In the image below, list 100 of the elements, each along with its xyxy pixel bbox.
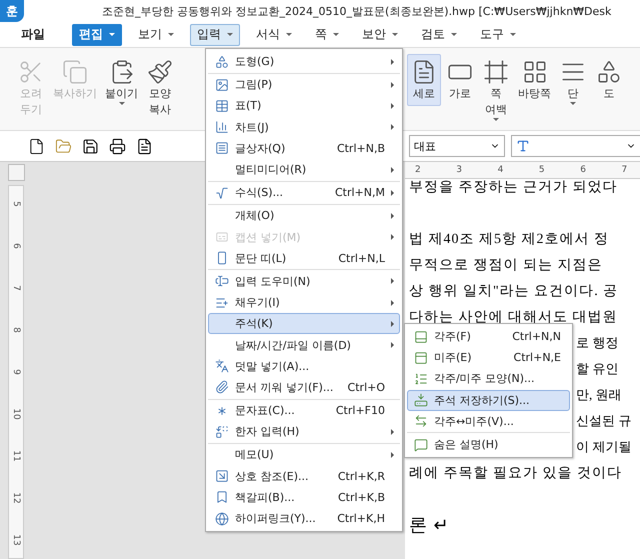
menu-item[interactable]: 도구 — [473, 24, 523, 46]
globe-icon — [215, 512, 229, 526]
ruler-number: 11 — [10, 449, 22, 463]
new-document-icon[interactable] — [28, 138, 45, 154]
preview-icon[interactable] — [136, 138, 153, 154]
ruler-number: 10 — [10, 407, 22, 421]
ribbon-button[interactable]: 도 — [592, 54, 626, 106]
menu-item[interactable]: 책갈피(B)... Ctrl+K,B — [208, 486, 400, 508]
menu-item[interactable]: 각주/미주 모양(N)... — [407, 368, 570, 390]
master-page-icon — [522, 59, 548, 85]
caret-icon — [333, 33, 339, 36]
menu-item[interactable]: 하이퍼링크(Y)... Ctrl+K,H — [208, 508, 400, 530]
submenu-arrow-icon — [391, 428, 394, 435]
menu-item[interactable]: 미주(E) Ctrl+N,E — [407, 347, 570, 368]
caret-icon — [118, 102, 124, 105]
menu-item[interactable]: 검토 — [414, 24, 464, 46]
menu-item[interactable]: 보안 — [355, 24, 405, 46]
menu-item[interactable]: 글상자(Q) Ctrl+N,B — [208, 138, 400, 159]
submenu-arrow-icon — [391, 212, 394, 219]
menu-item[interactable]: 숨은 설명(H) — [407, 434, 570, 456]
menu-item[interactable]: 날짜/시간/파일 이름(D) — [208, 334, 400, 356]
list-plus-icon — [215, 296, 229, 310]
menu-item[interactable]: 덧말 넣기(A)... — [208, 356, 400, 377]
document-text: 로 행정 — [576, 334, 618, 352]
menu-item[interactable]: 그림(P) — [208, 74, 400, 96]
submenu-arrow-icon — [391, 452, 394, 458]
menu-item[interactable]: 개체(O) — [208, 205, 400, 226]
ribbon-button[interactable]: 세로 — [407, 54, 441, 106]
bar-chart-icon — [215, 120, 229, 134]
ribbon-button[interactable]: 바탕쪽 — [515, 54, 554, 106]
font-icon — [516, 139, 530, 153]
menu-item[interactable]: 문자표(C)... Ctrl+F10 — [208, 400, 400, 422]
menu-item[interactable]: 채우기(I) — [208, 292, 400, 314]
swap-icon — [414, 414, 428, 428]
radical-icon — [215, 186, 229, 200]
document-text: 례에 주목할 필요가 있을 것이다 — [409, 465, 622, 482]
submenu-arrow-icon — [391, 278, 394, 284]
languages-icon — [215, 359, 229, 374]
menu-item[interactable]: 수식(S)... Ctrl+N,M — [208, 182, 400, 204]
bookmark-icon — [215, 490, 229, 504]
caret-icon — [168, 33, 174, 36]
menu-item[interactable]: 각주(F) Ctrl+N,N — [407, 326, 570, 348]
menu-item[interactable]: 서식 — [249, 24, 299, 46]
submenu-arrow-icon — [391, 102, 394, 109]
menu-item[interactable]: 편집 — [72, 24, 122, 46]
menu-item[interactable]: 파일 — [14, 24, 52, 46]
menu-item[interactable]: 보기 — [131, 24, 181, 46]
menu-item[interactable]: 각주↔미주(V)... — [407, 410, 570, 432]
ruler-number: 8 — [10, 326, 22, 335]
menu-item[interactable]: 메모(U) — [208, 444, 400, 466]
ribbon-button[interactable]: 모양 복사 — [143, 54, 177, 122]
paperclip-icon — [215, 380, 229, 394]
menu-item[interactable]: 입력 — [190, 24, 240, 46]
panel-icon — [414, 350, 428, 365]
menu-item[interactable]: 표(T) — [208, 95, 400, 117]
image-icon — [215, 78, 229, 92]
menu-item[interactable]: 입력 도우미(N) — [208, 270, 400, 292]
copy-icon — [62, 59, 88, 85]
submenu-arrow-icon — [391, 320, 394, 327]
menu-item[interactable]: 한자 입력(H) — [208, 421, 400, 442]
ruler-number: 6 — [10, 242, 22, 251]
ribbon-button[interactable]: 단 — [556, 54, 590, 110]
menu-item[interactable]: 차트(J) — [208, 116, 400, 138]
document-text: 신설된 규 — [576, 412, 632, 430]
ruler-number: 7 — [621, 165, 628, 175]
submenu-arrow-icon — [391, 234, 394, 240]
list-icon — [414, 372, 428, 386]
ruler-number: 5 — [10, 200, 22, 209]
shapes-icon — [215, 54, 229, 69]
captions-icon — [215, 230, 229, 244]
menu-item[interactable]: 주석(K) — [208, 313, 400, 334]
document-text: 다하는 사안에 대해서도 대법원 — [409, 309, 618, 326]
menu-item[interactable]: 주석 저장하기(S)... — [407, 390, 570, 411]
document-text: 무적으로 쟁점이 되는 지점은 — [409, 257, 602, 274]
arrow-box-icon — [215, 469, 229, 484]
replace-icon — [215, 424, 229, 439]
menu-item[interactable]: 멀티미디어(R) — [208, 158, 400, 180]
ribbon-button[interactable]: 붙이기 — [102, 54, 141, 110]
menu-item[interactable]: 상호 참조(E)... Ctrl+K,R — [208, 466, 400, 487]
document-text: 할 유인 — [576, 360, 618, 378]
ribbon-button[interactable]: 가로 — [443, 54, 477, 106]
ruler-number: 4 — [498, 165, 504, 175]
submenu-arrow-icon — [391, 166, 394, 173]
ruler-number: 3 — [456, 165, 464, 175]
menu-item[interactable]: 문서 끼워 넣기(F)... Ctrl+O — [208, 376, 400, 398]
ruler-number: 9 — [10, 368, 22, 377]
folder-icon[interactable] — [55, 138, 72, 154]
menu-item[interactable]: 도형(G) — [208, 51, 400, 72]
caret-icon — [109, 33, 115, 36]
menu-item[interactable]: 문단 띠(L) Ctrl+N,L — [208, 248, 400, 269]
printer-icon[interactable] — [109, 138, 126, 154]
text-cursor-icon — [215, 274, 229, 288]
ruler-number: 2 — [415, 165, 422, 175]
ruler-number: 12 — [10, 491, 22, 505]
menu-item[interactable]: 쪽 — [308, 24, 346, 46]
style-dropdown[interactable]: 대표 — [409, 135, 505, 157]
ruler-number: 6 — [580, 165, 587, 175]
ribbon-button[interactable]: 쪽 여백 — [479, 54, 513, 126]
document-text: 부정을 주장하는 근거가 되었다 — [409, 179, 618, 196]
shapes-icon — [596, 59, 622, 85]
